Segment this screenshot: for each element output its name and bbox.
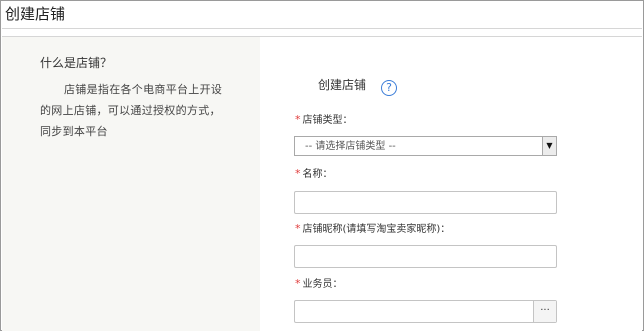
store-type-selected-value: -- 请选择店铺类型 -- (305, 141, 396, 152)
sidebar-heading: 什么是店铺？ (40, 56, 113, 70)
dropdown-arrow-icon[interactable]: ▼ (542, 137, 556, 155)
window-frame: 创建店铺 什么是店铺？ 店铺是指在各个电商平台上开设的网上店铺，可以通过授权的方… (0, 0, 644, 331)
required-mark: * (295, 222, 301, 235)
page-title: 创建店铺 (5, 5, 66, 23)
name-input[interactable] (294, 191, 557, 214)
info-sidebar: 什么是店铺？ 店铺是指在各个电商平台上开设的网上店铺，可以通过授权的方式，同步到… (2, 37, 260, 331)
nickname-label: * 店铺昵称(请填写淘宝卖家昵称)： (295, 220, 450, 235)
form-title: 创建店铺 (318, 78, 367, 92)
name-label: * 名称： (295, 165, 333, 180)
nickname-input[interactable] (294, 245, 557, 268)
create-store-form: 创建店铺 ? * 店铺类型： -- 请选择店铺类型 -- ▼ * 名称： * 店铺昵称… (260, 37, 642, 331)
salesperson-picker-button[interactable]: ··· (533, 301, 556, 322)
store-type-label-text: 店铺类型： (302, 115, 353, 126)
salesperson-picker: ··· (294, 300, 557, 323)
content-panel: 什么是店铺？ 店铺是指在各个电商平台上开设的网上店铺，可以通过授权的方式，同步到… (2, 36, 642, 331)
title-bar: 创建店铺 (2, 2, 642, 29)
required-mark: * (295, 277, 301, 290)
help-icon[interactable]: ? (381, 80, 397, 96)
store-type-select[interactable]: -- 请选择店铺类型 -- ▼ (294, 136, 557, 156)
salesperson-label-text: 业务员： (302, 279, 343, 290)
nickname-label-text: 店铺昵称(请填写淘宝卖家昵称)： (302, 224, 451, 235)
required-mark: * (295, 113, 301, 126)
sidebar-description: 店铺是指在各个电商平台上开设的网上店铺，可以通过授权的方式，同步到本平台 (40, 83, 223, 138)
store-type-label: * 店铺类型： (295, 111, 353, 126)
salesperson-label: * 业务员： (295, 275, 343, 290)
salesperson-input[interactable] (295, 301, 533, 322)
name-label-text: 名称： (302, 169, 333, 180)
required-mark: * (295, 167, 301, 180)
